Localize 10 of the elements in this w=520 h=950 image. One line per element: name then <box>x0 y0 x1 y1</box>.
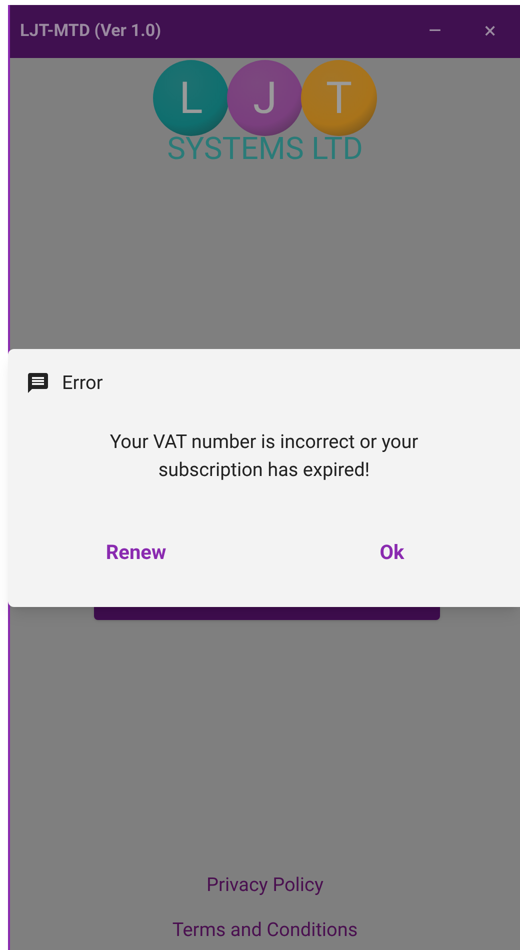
ok-button[interactable]: Ok <box>264 533 520 571</box>
terms-link[interactable]: Terms and Conditions <box>172 916 358 944</box>
dialog-message: Your VAT number is incorrect or your subscription has expired! <box>108 428 420 482</box>
logo-text: SYSTEMS LTD <box>167 133 363 164</box>
minimize-button[interactable]: – <box>420 15 450 48</box>
window-title: LJT-MTD (Ver 1.0) <box>20 20 162 43</box>
close-button[interactable]: × <box>476 15 504 48</box>
renew-button[interactable]: Renew <box>8 533 264 571</box>
dialog-title: Error <box>62 370 103 396</box>
privacy-policy-link[interactable]: Privacy Policy <box>206 871 324 900</box>
